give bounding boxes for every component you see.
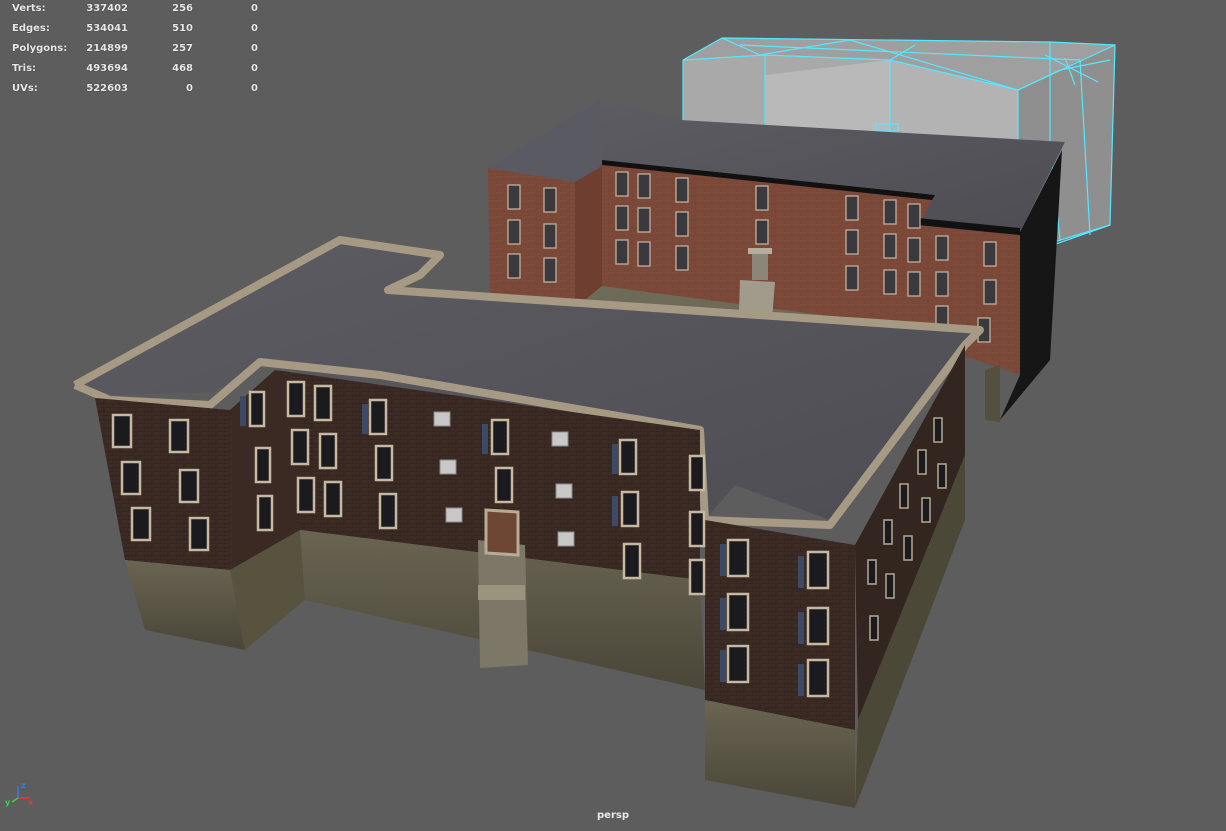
camera-name-label: persp	[597, 810, 629, 821]
hud-value-components: 0	[251, 43, 258, 54]
hud-label: UVs:	[12, 83, 38, 94]
viewport-3d[interactable]	[0, 0, 1226, 831]
hud-label: Verts:	[12, 3, 46, 14]
hud-row-uvs: UVs: 522603 0 0	[0, 80, 270, 100]
hud-value-selected: 468	[172, 63, 193, 74]
stats-hud: Verts: 337402 256 0 Edges: 534041 510 0 …	[0, 0, 270, 100]
hud-row-tris: Tris: 493694 468 0	[0, 60, 270, 80]
foreground-dark-brick-building[interactable]	[73, 236, 984, 808]
hud-value-components: 0	[251, 23, 258, 34]
hud-value-scene: 522603	[86, 83, 128, 94]
hud-label: Polygons:	[12, 43, 68, 54]
hud-value-components: 0	[251, 3, 258, 14]
hud-value-scene: 493694	[86, 63, 128, 74]
hud-value-selected: 510	[172, 23, 193, 34]
hud-value-components: 0	[251, 83, 258, 94]
hud-value-selected: 0	[186, 83, 193, 94]
hud-label: Tris:	[12, 63, 37, 74]
hud-value-selected: 256	[172, 3, 193, 14]
hud-value-scene: 214899	[86, 43, 128, 54]
axis-z-label: z	[21, 781, 26, 790]
hud-label: Edges:	[12, 23, 50, 34]
hud-row-edges: Edges: 534041 510 0	[0, 20, 270, 40]
hud-value-scene: 337402	[86, 3, 128, 14]
hud-row-verts: Verts: 337402 256 0	[0, 0, 270, 20]
hud-value-selected: 257	[172, 43, 193, 54]
axis-gizmo-icon: x z y	[5, 781, 34, 807]
axis-y-label: y	[5, 798, 11, 807]
hud-value-scene: 534041	[86, 23, 128, 34]
hud-value-components: 0	[251, 63, 258, 74]
axis-x-label: x	[28, 798, 34, 807]
hud-row-polygons: Polygons: 214899 257 0	[0, 40, 270, 60]
